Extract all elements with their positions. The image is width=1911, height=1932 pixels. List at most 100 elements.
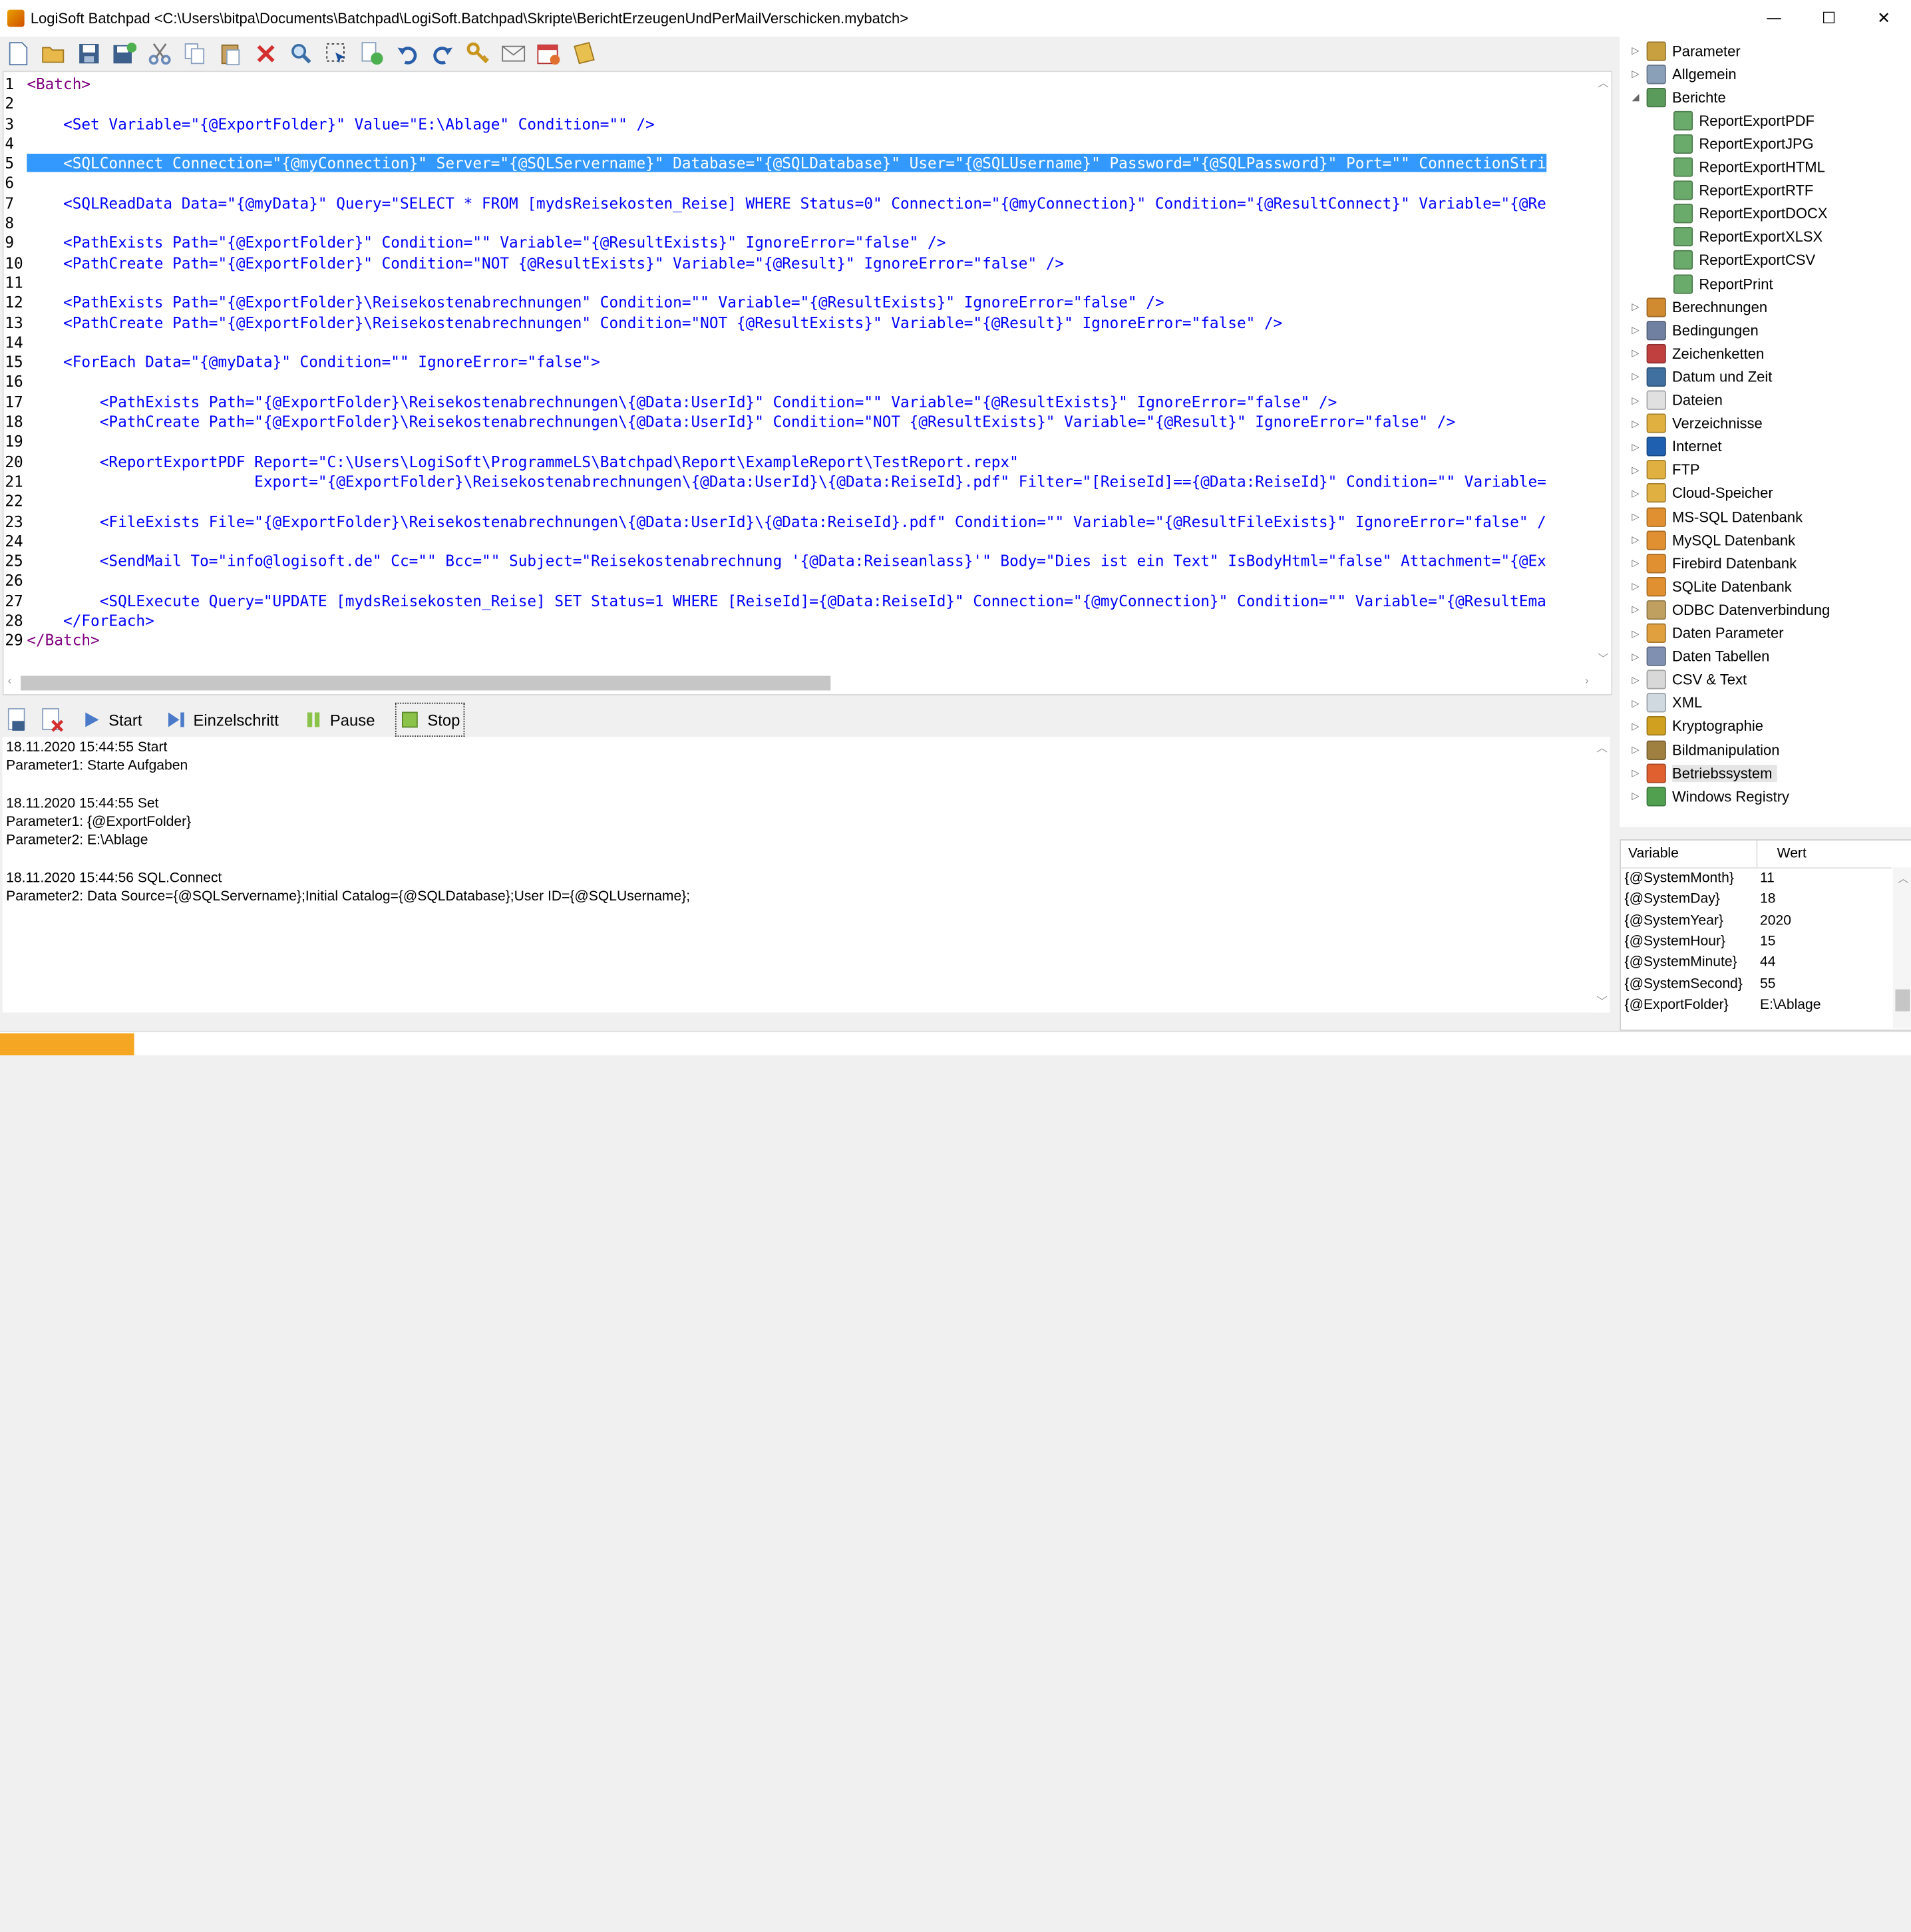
code-line[interactable]: 17 <PathExists Path="{@ExportFolder}\Rei…	[3, 393, 1594, 413]
tree-item-firebird-datenbank[interactable]: ▷ Firebird Datenbank	[1630, 552, 1797, 575]
code-line[interactable]: 16	[3, 373, 1594, 393]
variable-row[interactable]: {@SystemSecond} 55	[1621, 975, 1892, 996]
clear-log-button[interactable]	[37, 704, 69, 736]
maximize-button[interactable]: ☐	[1801, 0, 1856, 37]
save-log-button[interactable]	[3, 704, 32, 736]
code-line[interactable]: 3 <Set Variable="{@ExportFolder}" Value=…	[3, 114, 1594, 134]
expand-arrow-icon[interactable]: ▷	[1630, 511, 1642, 522]
open-button[interactable]	[40, 40, 67, 67]
stop-button[interactable]: Stop	[395, 702, 465, 737]
tree-item-allgemein[interactable]: ▷ Allgemein	[1630, 63, 1737, 86]
save-as-button[interactable]	[111, 40, 138, 67]
log-vertical-scrollbar[interactable]: ︿ ﹀	[1592, 737, 1610, 1013]
save-button[interactable]	[76, 40, 102, 67]
code-line[interactable]: 4	[3, 134, 1594, 154]
expand-arrow-icon[interactable]: ▷	[1630, 628, 1642, 638]
expand-arrow-icon[interactable]: ▷	[1630, 395, 1642, 405]
expand-arrow-icon[interactable]: ▷	[1630, 791, 1642, 801]
notes-button[interactable]	[571, 40, 598, 67]
variable-row[interactable]: {@SystemHour} 15	[1621, 933, 1892, 954]
tree-item-ftp[interactable]: ▷ FTP	[1630, 459, 1700, 482]
code-line[interactable]: 14	[3, 333, 1594, 353]
code-line[interactable]: 25 <SendMail To="info@logisoft.de" Cc=""…	[3, 552, 1594, 572]
expand-arrow-icon[interactable]: ▷	[1630, 348, 1642, 359]
start-button[interactable]: Start	[78, 704, 146, 736]
code-line[interactable]: 13 <PathCreate Path="{@ExportFolder}\Rei…	[3, 313, 1594, 333]
variable-column-header[interactable]: Variable	[1628, 847, 1679, 861]
code-line[interactable]: 8	[3, 214, 1594, 234]
expand-arrow-icon[interactable]: ▷	[1630, 651, 1642, 662]
code-line[interactable]: 26	[3, 572, 1594, 592]
tree-item-datum-und-zeit[interactable]: ▷ Datum und Zeit	[1630, 365, 1772, 389]
calendar-button[interactable]	[536, 40, 562, 67]
tree-item-bildmanipulation[interactable]: ▷ Bildmanipulation	[1630, 738, 1779, 761]
tree-item-odbc-datenverbindung[interactable]: ▷ ODBC Datenverbindung	[1630, 598, 1830, 622]
expand-arrow-icon[interactable]: ▷	[1630, 325, 1642, 335]
code-line[interactable]: 19	[3, 433, 1594, 453]
expand-arrow-icon[interactable]: ▷	[1630, 697, 1642, 708]
expand-arrow-icon[interactable]: ▷	[1630, 488, 1642, 498]
expand-arrow-icon[interactable]: ▷	[1630, 721, 1642, 731]
minimize-button[interactable]: —	[1747, 0, 1801, 37]
paste-button[interactable]	[217, 40, 244, 67]
code-line[interactable]: 18 <PathCreate Path="{@ExportFolder}\Rei…	[3, 413, 1594, 433]
expand-arrow-icon[interactable]: ▷	[1630, 767, 1642, 778]
script-editor[interactable]: 1 <Batch> 2 3 <Set Variable="{@ExportFolder…	[2, 71, 1613, 695]
tree-item-reportexportrtf[interactable]: ReportExportRTF	[1656, 179, 1813, 202]
step-button[interactable]: Einzelschritt	[163, 704, 283, 736]
code-area[interactable]: 1 <Batch> 2 3 <Set Variable="{@ExportFolder…	[3, 75, 1594, 660]
tree-item-csv-text[interactable]: ▷ CSV & Text	[1630, 668, 1747, 691]
variable-row[interactable]: {@SystemMinute} 44	[1621, 954, 1892, 975]
editor-vertical-scrollbar[interactable]: ︿ ﹀	[1594, 72, 1612, 670]
expand-arrow-icon[interactable]: ▷	[1630, 744, 1642, 755]
variable-row[interactable]: {@SystemDay} 18	[1621, 891, 1892, 912]
tree-item-betriebssystem[interactable]: ▷ Betriebssystem	[1630, 761, 1777, 785]
tree-item-reportexportcsv[interactable]: ReportExportCSV	[1656, 249, 1815, 272]
tree-item-kryptographie[interactable]: ▷ Kryptographie	[1630, 715, 1763, 738]
tree-item-dateien[interactable]: ▷ Dateien	[1630, 389, 1723, 412]
output-log[interactable]: 18.11.2020 15:44:55 Start Parameter1: Sta…	[2, 737, 1610, 1013]
expand-arrow-icon[interactable]: ▷	[1630, 69, 1642, 79]
mail-button[interactable]	[500, 40, 527, 67]
expand-arrow-icon[interactable]: ▷	[1630, 581, 1642, 592]
tree-item-reportexportpdf[interactable]: ReportExportPDF	[1656, 109, 1815, 132]
expand-arrow-icon[interactable]: ▷	[1630, 465, 1642, 475]
code-line[interactable]: 21 Export="{@ExportFolder}\Reisekostenab…	[3, 472, 1594, 492]
close-button[interactable]: ✕	[1856, 0, 1911, 37]
code-line[interactable]: 27 <SQLExecute Query="UPDATE [mydsReisek…	[3, 591, 1594, 611]
tree-item-windows-registry[interactable]: ▷ Windows Registry	[1630, 785, 1789, 808]
expand-arrow-icon[interactable]: ▷	[1630, 301, 1642, 312]
code-line[interactable]: 6	[3, 174, 1594, 194]
expand-arrow-icon[interactable]: ▷	[1630, 534, 1642, 545]
search-button[interactable]	[288, 40, 315, 67]
variables-scrollbar[interactable]: ︿	[1892, 867, 1911, 1029]
tree-item-ms-sql-datenbank[interactable]: ▷ MS-SQL Datenbank	[1630, 505, 1803, 528]
code-line[interactable]: 24	[3, 532, 1594, 552]
code-line[interactable]: 1 <Batch>	[3, 75, 1594, 95]
code-line[interactable]: 12 <PathExists Path="{@ExportFolder}\Rei…	[3, 293, 1594, 313]
tree-item-reportexportdocx[interactable]: ReportExportDOCX	[1656, 202, 1828, 226]
expand-arrow-icon[interactable]: ▷	[1630, 441, 1642, 452]
undo-button[interactable]	[394, 40, 421, 67]
code-line[interactable]: 9 <PathExists Path="{@ExportFolder}" Con…	[3, 234, 1594, 254]
cut-button[interactable]	[146, 40, 173, 67]
expand-arrow-icon[interactable]: ▷	[1630, 45, 1642, 56]
tree-item-mysql-datenbank[interactable]: ▷ MySQL Datenbank	[1630, 528, 1795, 552]
tree-item-zeichenketten[interactable]: ▷ Zeichenketten	[1630, 342, 1764, 365]
select-button[interactable]	[323, 40, 350, 67]
code-line[interactable]: 20 <ReportExportPDF Report="C:\Users\Log…	[3, 452, 1594, 472]
expand-arrow-icon[interactable]: ▷	[1630, 371, 1642, 382]
variable-row[interactable]: {@SystemYear} 2020	[1621, 912, 1892, 932]
tree-item-berechnungen[interactable]: ▷ Berechnungen	[1630, 295, 1767, 319]
tree-item-bedingungen[interactable]: ▷ Bedingungen	[1630, 319, 1759, 342]
code-line[interactable]: 11	[3, 274, 1594, 293]
redo-button[interactable]	[429, 40, 456, 67]
variable-row[interactable]: {@SystemMonth} 11	[1621, 870, 1892, 890]
tree-item-cloud-speicher[interactable]: ▷ Cloud-Speicher	[1630, 482, 1773, 505]
expand-arrow-icon[interactable]: ▷	[1630, 418, 1642, 429]
tree-item-internet[interactable]: ▷ Internet	[1630, 435, 1722, 459]
expand-arrow-icon[interactable]: ▷	[1630, 558, 1642, 568]
collapse-arrow-icon[interactable]: ◢	[1630, 92, 1642, 102]
pause-button[interactable]: Pause	[299, 704, 379, 736]
editor-horizontal-scrollbar[interactable]: ‹ ›	[3, 672, 1594, 694]
